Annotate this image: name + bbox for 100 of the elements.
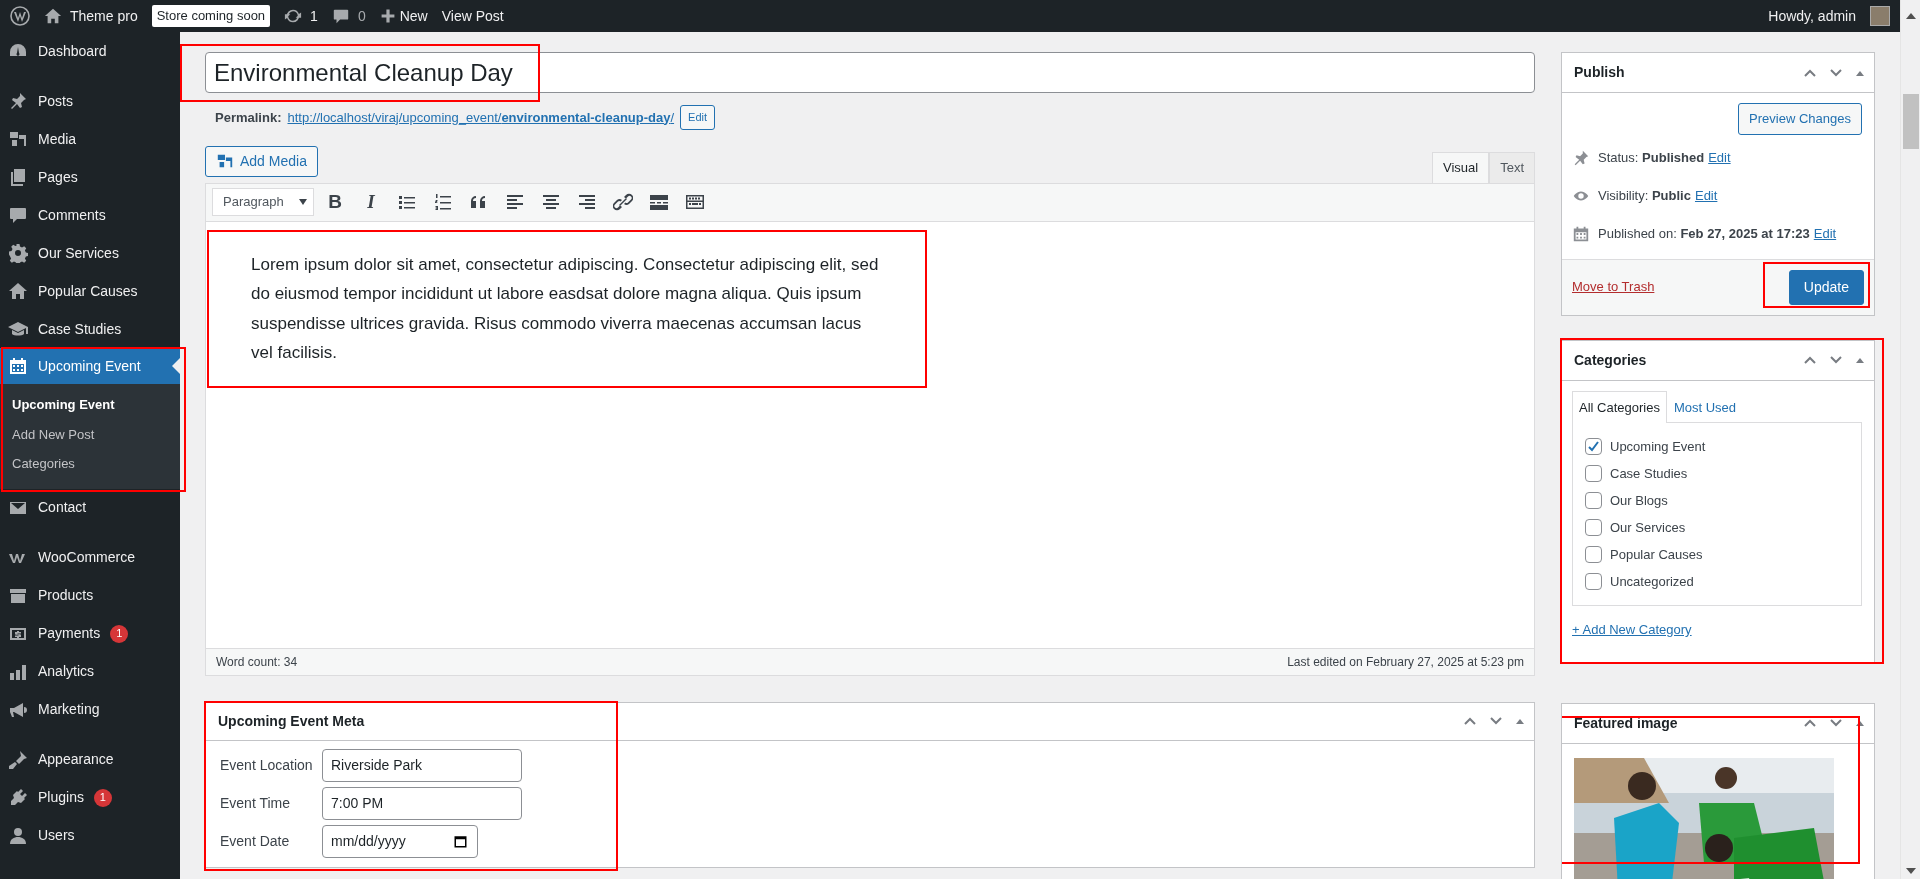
checkbox[interactable] (1585, 546, 1602, 563)
edit-link[interactable]: Edit (1813, 223, 1837, 244)
read-more-icon[interactable] (649, 192, 669, 212)
submenu-item[interactable]: Categories (0, 449, 180, 479)
menu-item[interactable]: Products (0, 576, 180, 615)
menu-item[interactable]: Payments 1 (0, 614, 180, 653)
checkbox[interactable] (1585, 465, 1602, 482)
pushpin-icon (1572, 148, 1590, 167)
menu-item[interactable]: Dashboard (0, 32, 180, 70)
last-edited-text: Last edited on February 27, 2025 at 5:23 pm (1287, 653, 1524, 671)
caret-icon (299, 199, 307, 205)
menu-item[interactable]: Our Services (0, 234, 180, 272)
box-title: Upcoming Event Meta (218, 711, 365, 731)
user-icon (8, 825, 28, 846)
speech-bubble-icon[interactable] (331, 7, 350, 25)
menu-item[interactable]: Analytics (0, 652, 180, 691)
align-center-icon[interactable] (541, 192, 561, 212)
scroll-thumb[interactable] (1902, 94, 1919, 149)
wordpress-logo-icon[interactable] (10, 6, 30, 26)
view-post-link[interactable]: View Post (441, 5, 504, 27)
count-badge: 1 (110, 624, 129, 643)
update-button[interactable]: Update (1788, 269, 1864, 305)
permalink-link[interactable]: http://localhost/viraj/upcoming_event/environmental-cleanup-day/ (287, 107, 675, 127)
title-field[interactable]: Environmental Cleanup Day (205, 52, 1535, 93)
menu-item[interactable]: Users (0, 816, 180, 855)
calendar-icon[interactable] (453, 833, 468, 849)
menu-item[interactable]: Posts (0, 82, 180, 120)
publish-info: Visibility: Public (1598, 186, 1691, 205)
menu-item[interactable]: Plugins 1 (0, 778, 180, 817)
menu-item[interactable]: WooCommerce (0, 538, 180, 577)
updates-count[interactable]: 1 (310, 5, 318, 27)
house-icon (8, 281, 28, 301)
submenu-item[interactable]: Add New Post (0, 419, 180, 449)
menu-item[interactable]: Popular Causes (0, 272, 180, 310)
scroll-up-icon[interactable] (1905, 12, 1916, 20)
checkbox[interactable] (1585, 573, 1602, 590)
media-icon (216, 152, 234, 170)
plug-icon (8, 787, 28, 808)
category-tab[interactable]: All Categories (1572, 390, 1667, 423)
checkbox-label: Popular Causes (1610, 545, 1703, 564)
refresh-icon[interactable] (284, 7, 303, 25)
site-name-link[interactable]: Theme pro (70, 5, 138, 27)
menu-item[interactable]: Comments (0, 196, 180, 234)
menu-item[interactable]: Media (0, 120, 180, 158)
add-new-category-link[interactable]: + Add New Category (1572, 620, 1692, 640)
comments-count[interactable]: 0 (357, 5, 366, 27)
edit-link[interactable]: Edit (1694, 185, 1718, 206)
new-link[interactable]: New (399, 5, 428, 27)
menu-item[interactable]: Appearance (0, 740, 180, 779)
menu-item[interactable]: Case Studies (0, 310, 180, 348)
plus-icon[interactable] (379, 8, 396, 24)
menu-item[interactable]: Contact (0, 488, 180, 527)
checkbox[interactable] (1585, 438, 1602, 455)
move-to-trash-link[interactable]: Move to Trash (1572, 277, 1655, 297)
menu-item[interactable]: Marketing (0, 690, 180, 729)
category-tab[interactable]: Most Used (1666, 390, 1744, 423)
edit-permalink-button[interactable]: Edit (680, 105, 716, 130)
house-icon[interactable] (44, 7, 62, 25)
publish-info: Status: Published (1598, 148, 1705, 167)
store-status-badge: Store coming soon (151, 5, 271, 27)
scroll-down-icon[interactable] (1905, 867, 1916, 875)
numbered-list-icon[interactable] (433, 192, 453, 212)
field-label: Event Date (220, 831, 291, 851)
field-label: Event Time (220, 793, 292, 813)
menu-item[interactable]: Upcoming Event (0, 348, 180, 384)
greeting-link[interactable]: Howdy, admin (1768, 5, 1856, 27)
word-count: Word count: 34 (216, 653, 298, 671)
calendar-icon (1572, 224, 1590, 243)
checkbox-label: Our Blogs (1610, 491, 1668, 510)
checkbox[interactable] (1585, 519, 1602, 536)
edit-link[interactable]: Edit (1708, 147, 1731, 168)
field-label: Event Location (220, 755, 314, 775)
bold-button[interactable]: B (320, 187, 350, 217)
permalink-label: Permalink: (215, 108, 282, 127)
format-dropdown[interactable]: Paragraph (212, 188, 314, 216)
preview-changes-button[interactable]: Preview Changes (1738, 103, 1862, 135)
input-field[interactable]: Riverside Park (322, 748, 522, 782)
checkbox[interactable] (1585, 492, 1602, 509)
editor-tab[interactable]: Text (1489, 152, 1535, 183)
box-title: Categories (1574, 350, 1647, 370)
checkbox-label: Case Studies (1610, 464, 1688, 483)
submenu-item[interactable]: Upcoming Event (0, 390, 180, 420)
box-title: Publish (1574, 63, 1625, 82)
add-media-button[interactable]: Add Media (205, 145, 318, 177)
italic-button[interactable]: I (356, 187, 386, 217)
speech-bubble-icon (8, 205, 28, 225)
input-field[interactable]: 7:00 PM (322, 786, 522, 820)
editor-tab[interactable]: Visual (1431, 152, 1490, 183)
align-right-icon[interactable] (577, 192, 597, 212)
date-field[interactable]: mm/dd/yyyy (322, 824, 478, 858)
scrollbar[interactable] (1900, 0, 1920, 879)
box-title: Featured image (1574, 713, 1678, 733)
content-paragraph: Lorem ipsum dolor sit amet, consectetur adipiscing. Consectetur adipiscing elit, sed do eiusmod tempor incididunt ut labore easdsat dolore magna aliqua. Quis ipsum suspendisse ultrices gravida. Risus commodo viverra maecenas accumsan lacus vel facilisis. (251, 253, 880, 364)
pages-icon (8, 167, 28, 187)
count-badge: 1 (93, 788, 112, 807)
align-left-icon[interactable] (505, 192, 525, 212)
link-icon[interactable] (613, 192, 633, 212)
toolbar-toggle-icon[interactable] (685, 192, 705, 212)
menu-item[interactable]: Pages (0, 158, 180, 196)
media-icon (8, 129, 28, 149)
